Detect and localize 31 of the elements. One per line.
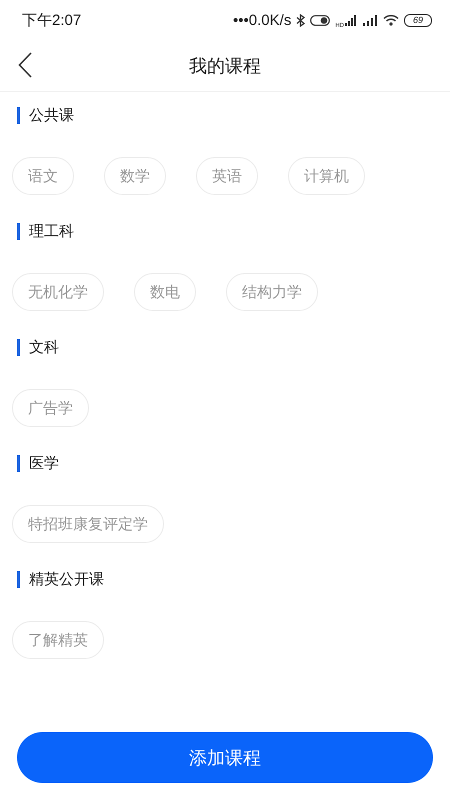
toggle-icon (310, 14, 330, 26)
course-chip[interactable]: 无机化学 (12, 273, 104, 311)
accent-bar (17, 570, 20, 588)
accent-bar (17, 454, 20, 472)
section-title: 理工科 (29, 222, 74, 240)
add-course-button[interactable]: 添加课程 (17, 732, 433, 783)
wifi-icon (383, 14, 399, 26)
section-title: 公共课 (29, 106, 74, 124)
course-chip[interactable]: 英语 (196, 157, 258, 195)
course-chip[interactable]: 结构力学 (226, 273, 318, 311)
section-title: 精英公开课 (29, 570, 104, 588)
network-speed: •••0.0K/s (233, 12, 292, 28)
course-chip[interactable]: 语文 (12, 157, 74, 195)
battery-level: 69 (404, 14, 432, 26)
page-title: 我的课程 (189, 54, 261, 78)
course-chip[interactable]: 数电 (134, 273, 196, 311)
accent-bar (17, 222, 20, 240)
status-time: 下午2:07 (22, 10, 82, 30)
course-chip[interactable]: 广告学 (12, 389, 89, 427)
course-chip[interactable]: 计算机 (288, 157, 365, 195)
course-chip[interactable]: 特招班康复评定学 (12, 505, 164, 543)
section-title: 文科 (29, 338, 59, 356)
accent-bar (17, 106, 20, 124)
section-title: 医学 (29, 454, 59, 472)
signal-icon (345, 14, 357, 26)
chevron-left-icon (18, 52, 32, 78)
bluetooth-icon (296, 14, 306, 26)
course-chip[interactable]: 数学 (104, 157, 166, 195)
accent-bar (17, 338, 20, 356)
signal-icon (362, 14, 378, 26)
course-chip[interactable]: 了解精英 (12, 621, 104, 659)
